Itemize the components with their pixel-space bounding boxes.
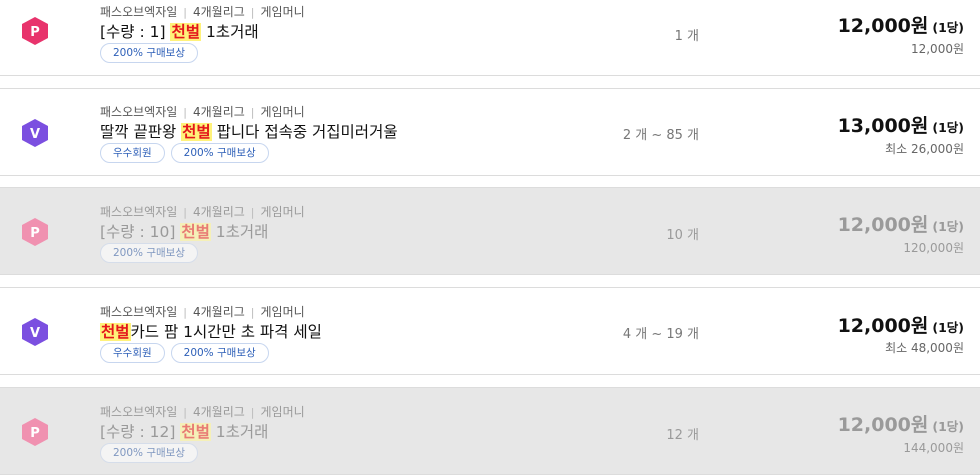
listing-category: 패스오브엑자일 | 4개월리그 | 게임머니 [100, 405, 305, 419]
listing-badges: 200% 구매보상 [100, 443, 198, 463]
category-game[interactable]: 패스오브엑자일 [100, 105, 177, 119]
listing-category: 패스오브엑자일 | 4개월리그 | 게임머니 [100, 305, 305, 319]
member-badge: 우수회원 [100, 143, 165, 163]
search-keyword-highlight: 천벌 [100, 323, 131, 341]
power-seller-p-icon: P [22, 218, 48, 246]
reward-badge: 200% 구매보상 [100, 243, 198, 263]
listing-min-total: 12,000원 [910, 42, 964, 56]
listing-badges: 200% 구매보상 [100, 243, 198, 263]
category-server[interactable]: 4개월리그 [193, 105, 245, 119]
listing-price: 12,000원 (1당) [837, 214, 964, 236]
listing-min-total: 최소 26,000원 [885, 142, 964, 156]
category-server[interactable]: 4개월리그 [193, 5, 245, 19]
listing-category: 패스오브엑자일 | 4개월리그 | 게임머니 [100, 105, 305, 119]
listing-price: 12,000원 (1당) [837, 315, 964, 337]
listing-title[interactable]: 딸깍 끝판왕 천벌 팝니다 접속중 거집미러거울 [100, 120, 398, 142]
listing-price: 13,000원 (1당) [837, 115, 964, 137]
listing-min-total: 최소 48,000원 [885, 341, 964, 355]
listing-row[interactable]: V 패스오브엑자일 | 4개월리그 | 게임머니 천벌카드 팜 1시간만 초 파격 세일… [0, 287, 980, 375]
category-game[interactable]: 패스오브엑자일 [100, 5, 177, 19]
vip-seller-v-icon: V [22, 318, 48, 346]
member-badge: 우수회원 [100, 343, 165, 363]
category-game[interactable]: 패스오브엑자일 [100, 405, 177, 419]
search-keyword-highlight: 천벌 [181, 123, 212, 141]
listing-badges: 우수회원 200% 구매보상 [100, 143, 269, 163]
svg-text:V: V [30, 326, 40, 341]
search-keyword-highlight: 천벌 [170, 23, 202, 41]
listing-title[interactable]: [수량 : 12] 천벌 1초거래 [100, 420, 268, 442]
listing-quantity: 10 개 [666, 228, 699, 243]
search-keyword-highlight: 천벌 [180, 423, 211, 441]
reward-badge: 200% 구매보상 [170, 143, 269, 163]
search-keyword-highlight: 천벌 [180, 223, 211, 241]
power-seller-p-icon: P [22, 418, 48, 446]
listing-quantity: 12 개 [666, 428, 699, 443]
power-seller-p-icon: P [22, 17, 48, 45]
listing-row[interactable]: P 패스오브엑자일 | 4개월리그 | 게임머니 [수량 : 12] 천벌 1초거래 2… [0, 387, 980, 475]
listing-badges: 우수회원 200% 구매보상 [100, 343, 269, 363]
listing-min-total: 144,000원 [903, 441, 964, 455]
reward-badge: 200% 구매보상 [100, 443, 198, 463]
category-game[interactable]: 패스오브엑자일 [100, 205, 177, 219]
listing-category: 패스오브엑자일 | 4개월리그 | 게임머니 [100, 205, 305, 219]
category-server[interactable]: 4개월리그 [193, 405, 245, 419]
listing-price: 12,000원 (1당) [837, 414, 964, 436]
listing-min-total: 120,000원 [903, 241, 964, 255]
listing-title[interactable]: 천벌카드 팜 1시간만 초 파격 세일 [100, 320, 322, 342]
reward-badge: 200% 구매보상 [100, 43, 198, 63]
category-game[interactable]: 패스오브엑자일 [100, 305, 177, 319]
category-type[interactable]: 게임머니 [261, 205, 305, 219]
category-type[interactable]: 게임머니 [261, 405, 305, 419]
category-type[interactable]: 게임머니 [261, 305, 305, 319]
category-type[interactable]: 게임머니 [261, 5, 305, 19]
listing-quantity: 1 개 [674, 29, 699, 44]
svg-text:V: V [30, 127, 40, 142]
category-type[interactable]: 게임머니 [261, 105, 305, 119]
svg-text:P: P [30, 25, 40, 40]
listing-row[interactable]: V 패스오브엑자일 | 4개월리그 | 게임머니 딸깍 끝판왕 천벌 팝니다 접속중 거… [0, 88, 980, 176]
listing-row[interactable]: P 패스오브엑자일 | 4개월리그 | 게임머니 [수량 : 10] 천벌 1초거래 2… [0, 187, 980, 275]
listing-badges: 200% 구매보상 [100, 43, 198, 63]
listing-quantity: 4 개 ~ 19 개 [622, 327, 699, 342]
listing-title[interactable]: [수량 : 1] 천벌 1초거래 [100, 20, 259, 42]
svg-text:P: P [30, 426, 40, 441]
svg-text:P: P [30, 226, 40, 241]
listing-quantity: 2 개 ~ 85 개 [622, 128, 699, 143]
category-server[interactable]: 4개월리그 [193, 205, 245, 219]
listing-price: 12,000원 (1당) [837, 15, 964, 37]
listing-row[interactable]: P 패스오브엑자일 | 4개월리그 | 게임머니 [수량 : 1] 천벌 1초거래 20… [0, 0, 980, 76]
category-server[interactable]: 4개월리그 [193, 305, 245, 319]
listing-category: 패스오브엑자일 | 4개월리그 | 게임머니 [100, 5, 305, 19]
listing-title[interactable]: [수량 : 10] 천벌 1초거래 [100, 220, 268, 242]
vip-seller-v-icon: V [22, 119, 48, 147]
reward-badge: 200% 구매보상 [170, 343, 269, 363]
